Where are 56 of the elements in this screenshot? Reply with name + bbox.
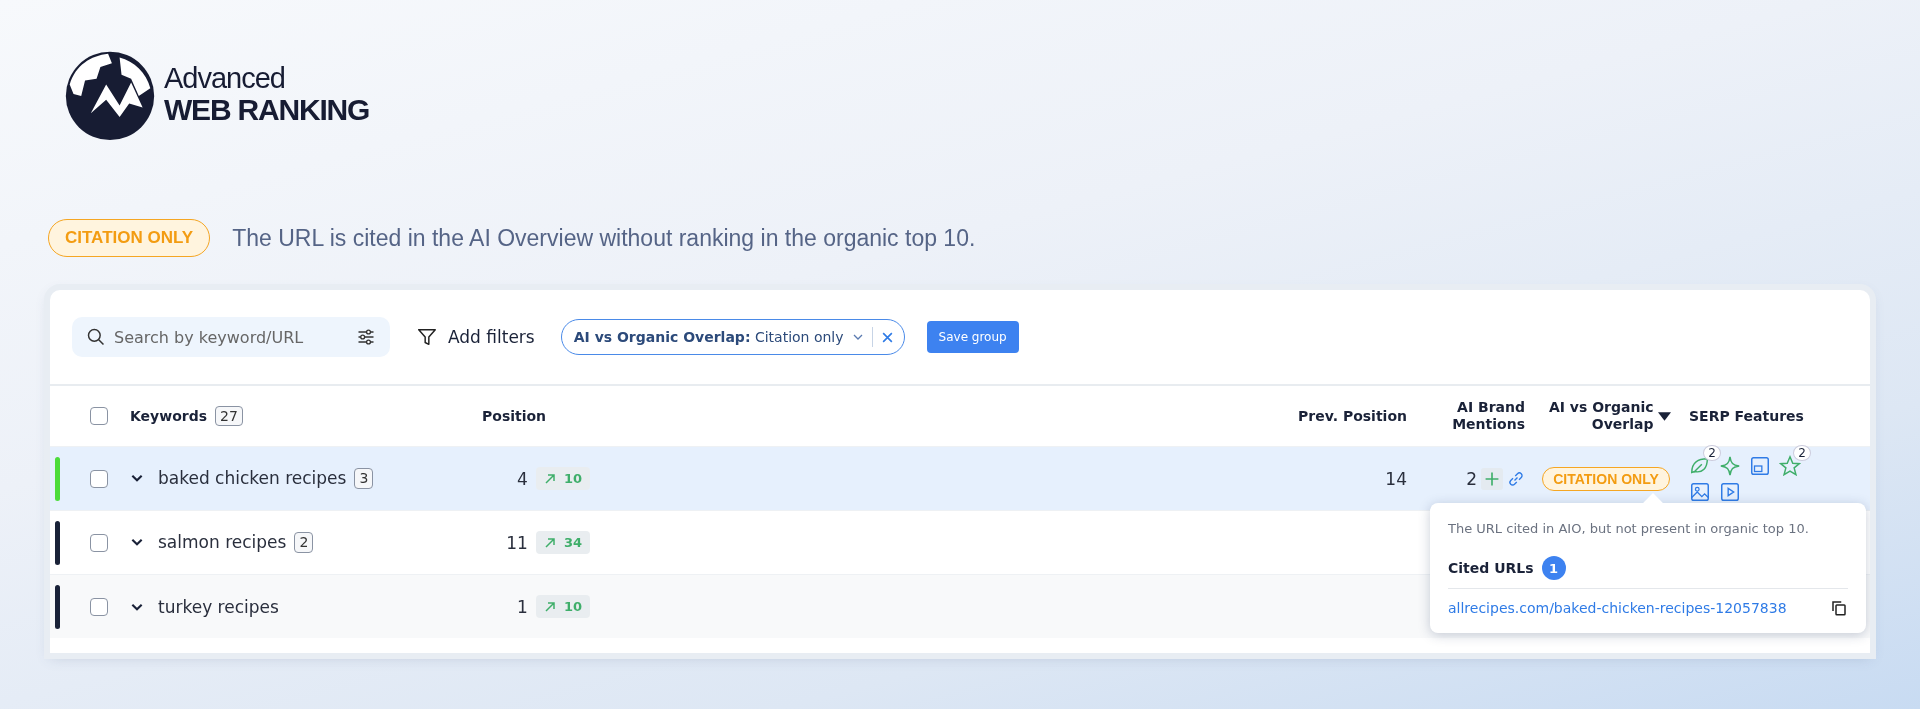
- cited-urls-label: Cited URLs: [1448, 560, 1534, 576]
- search-icon: [86, 327, 106, 347]
- close-icon[interactable]: [880, 330, 894, 344]
- filter-chip-label: AI vs Organic Overlap: Citation only: [573, 329, 844, 345]
- tooltip-description: The URL cited in AIO, but not present in organic top 10.: [1448, 521, 1810, 536]
- column-header[interactable]: AI Brand Mentions: [1425, 399, 1525, 433]
- logo-wordmark: WEB RANKING: [164, 94, 370, 125]
- arrow-up-right-icon: [543, 472, 556, 485]
- keyword-text: turkey recipes: [158, 596, 279, 617]
- arrow-up-right-icon: [543, 600, 556, 613]
- arrow-up-right-icon: [543, 536, 556, 549]
- column-header[interactable]: AI vs Organic Overlap: [1541, 399, 1671, 433]
- star-icon[interactable]: [1779, 454, 1801, 477]
- position-value: 1: [517, 596, 528, 617]
- change-badge: 34: [535, 531, 590, 554]
- keyword-text: baked chicken recipes: [158, 468, 347, 489]
- mentions-value: 2: [1466, 468, 1477, 489]
- count-badge: 27: [215, 405, 243, 427]
- count-badge: 2: [1793, 444, 1811, 461]
- logo-wordmark-top: Advanced: [164, 63, 286, 93]
- count-badge: 2: [1703, 444, 1721, 461]
- position-value: 4: [517, 468, 528, 489]
- plus-icon[interactable]: [1481, 467, 1503, 490]
- copy-icon[interactable]: [1830, 599, 1848, 617]
- keyword-text: salmon recipes: [158, 532, 287, 553]
- change-badge: 10: [535, 595, 590, 618]
- change-badge: 10: [535, 467, 590, 490]
- count-badge: 2: [294, 532, 314, 553]
- count-badge: 1: [1541, 556, 1566, 580]
- checkbox[interactable]: [90, 597, 108, 616]
- count-badge: 3: [354, 468, 374, 489]
- prev-position-value: 14: [1385, 468, 1407, 489]
- filter-icon: [416, 326, 438, 348]
- save-group-button[interactable]: Save group: [926, 321, 1019, 353]
- link-icon[interactable]: [1507, 469, 1525, 488]
- url-link[interactable]: allrecipes.com/baked-chicken-recipes-12057838: [1448, 600, 1787, 616]
- search-field[interactable]: Search by keyword/URL: [72, 317, 390, 357]
- thumbnail-icon[interactable]: [1749, 454, 1771, 477]
- checkbox[interactable]: [90, 469, 108, 488]
- video-icon[interactable]: [1719, 480, 1741, 503]
- column-header[interactable]: Keywords: [130, 407, 208, 425]
- image-icon[interactable]: [1689, 480, 1711, 503]
- add-filters-button[interactable]: Add filters: [412, 326, 539, 348]
- column-header[interactable]: SERP Features: [1689, 407, 1804, 425]
- sliders-icon[interactable]: [356, 327, 376, 347]
- status-badge: CITATION ONLY: [1542, 466, 1670, 491]
- status-badge: CITATION ONLY: [48, 219, 211, 257]
- sort-down-icon[interactable]: [1657, 411, 1671, 421]
- checkbox[interactable]: [90, 407, 108, 425]
- column-header[interactable]: Prev. Position: [1298, 407, 1407, 425]
- checkbox[interactable]: [90, 533, 108, 552]
- sparkle-icon[interactable]: [1719, 454, 1741, 477]
- legend-description: The URL is cited in the AI Overview without ranking in the organic top 10.: [232, 224, 976, 252]
- table-row[interactable]: baked chicken recipes 3 4 10 14 2 CITATION ONLY 2 2: [50, 446, 1870, 510]
- position-value: 11: [506, 532, 528, 553]
- column-header[interactable]: Position: [482, 407, 547, 425]
